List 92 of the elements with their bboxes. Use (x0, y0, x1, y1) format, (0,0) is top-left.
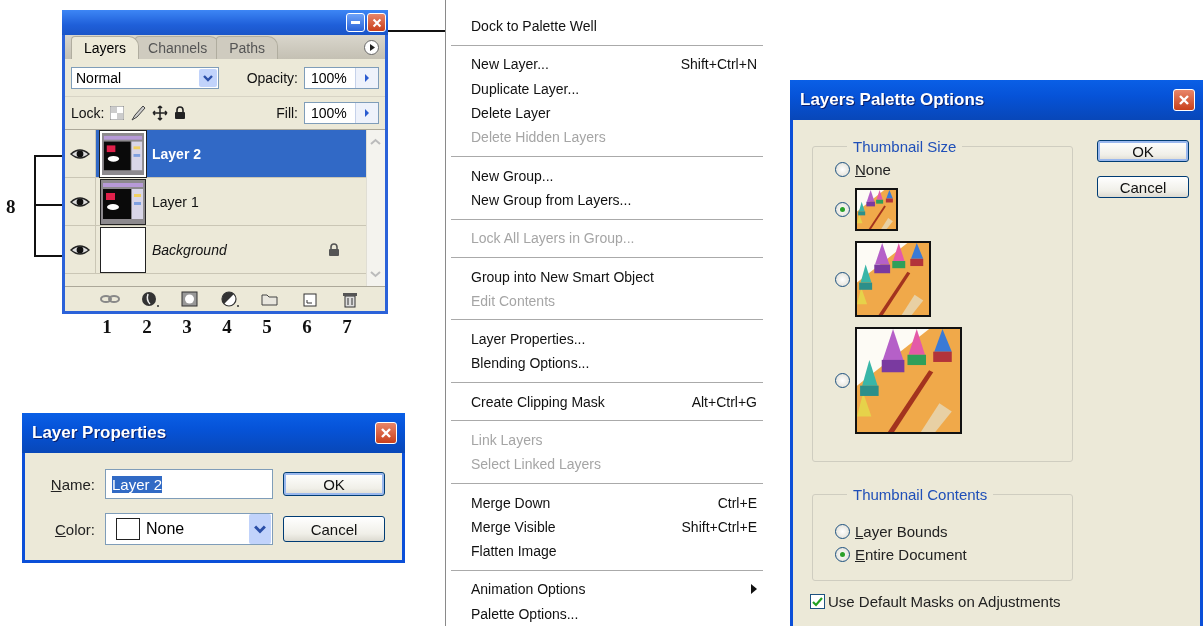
palette-menu-button[interactable] (364, 40, 379, 55)
menu-item[interactable]: Merge Down Ctrl+E (451, 490, 763, 515)
radio-button[interactable] (835, 547, 850, 562)
layer-row[interactable]: Layer 1 (65, 178, 366, 226)
brush-icon[interactable] (130, 105, 147, 121)
layer-row[interactable]: Layer 2 (65, 130, 366, 178)
checkbox-label: Use Default Masks on Adjustments (828, 593, 1061, 610)
triangle-icon (368, 44, 375, 51)
menu-item[interactable]: Blending Options... (451, 351, 763, 376)
shortcut-label: Shift+Ctrl+N (680, 56, 757, 73)
option-label: Entire Document (855, 546, 967, 563)
visibility-cell[interactable] (65, 130, 96, 177)
close-icon (370, 16, 383, 29)
callout-number: 2 (142, 316, 152, 338)
callout-number: 6 (302, 316, 312, 338)
ok-button[interactable]: OK (283, 472, 385, 496)
padlock-icon (328, 242, 340, 257)
color-label: Color: (53, 520, 95, 538)
eye-icon (70, 243, 90, 256)
option-label: Layer Bounds (855, 523, 948, 540)
padlock-icon (174, 106, 187, 120)
close-button[interactable] (367, 13, 386, 32)
menu-item[interactable]: Create Clipping Mask Alt+Ctrl+G (451, 389, 763, 414)
menu-item[interactable]: Layer Properties... (451, 326, 763, 352)
checker-icon[interactable] (110, 106, 125, 120)
fill-label: Fill: (276, 105, 298, 121)
palette-tab[interactable]: Paths (216, 36, 278, 59)
dialog-title: Layers Palette Options (800, 90, 985, 110)
menu-item[interactable]: Flatten Image (451, 539, 763, 564)
fx-circle-icon[interactable] (139, 290, 161, 308)
name-field[interactable]: Layer 2 (105, 469, 273, 499)
group-label: Thumbnail Size (852, 138, 958, 155)
checkbox[interactable] (810, 594, 825, 609)
fill-field[interactable]: 100% (304, 102, 379, 124)
close-icon (379, 426, 393, 440)
close-button[interactable] (375, 422, 397, 444)
menu-item[interactable]: Palette Options... (451, 601, 763, 626)
menu-item[interactable]: Delete Layer (451, 100, 763, 126)
check-icon (812, 596, 823, 607)
minimize-button[interactable] (346, 13, 365, 32)
shortcut-label: Shift+Ctrl+E (681, 518, 757, 535)
menu-item[interactable]: New Layer... Shift+Ctrl+N (451, 52, 763, 77)
dialog-title: Layer Properties (32, 423, 167, 443)
move-icon[interactable] (152, 105, 169, 121)
radio-button[interactable] (835, 373, 850, 388)
callout-number: 3 (182, 316, 192, 338)
mask-icon[interactable] (179, 290, 201, 308)
callout-number: 4 (222, 316, 232, 338)
menu-item[interactable]: Group into New Smart Object (451, 264, 763, 289)
lock-label: Lock: (71, 105, 105, 121)
group-label: Thumbnail Contents (852, 486, 989, 503)
color-swatch (116, 518, 140, 540)
radio-button[interactable] (835, 524, 850, 539)
close-icon (1177, 93, 1191, 107)
radio-button[interactable] (835, 162, 850, 177)
name-label: Name: (49, 475, 95, 493)
cancel-button[interactable]: Cancel (1097, 176, 1189, 198)
cancel-button[interactable]: Cancel (283, 516, 385, 542)
menu-item[interactable]: Duplicate Layer... (451, 76, 763, 101)
palette-tab[interactable]: Layers (71, 36, 140, 59)
close-button[interactable] (1173, 89, 1195, 111)
blend-mode-select[interactable]: Normal (71, 66, 219, 89)
radio-button[interactable] (835, 202, 850, 217)
shortcut-label: Ctrl+E (717, 494, 757, 511)
menu-item[interactable]: Animation Options (451, 577, 763, 602)
menu-item[interactable]: New Group from Layers... (451, 187, 763, 213)
opacity-field[interactable]: 100% (304, 66, 379, 89)
half-circle-icon[interactable] (219, 290, 241, 308)
caret-icon (199, 68, 217, 87)
eye-icon (70, 195, 90, 208)
menu-item[interactable]: New Group... (451, 163, 763, 188)
opacity-label: Opacity: (246, 69, 298, 86)
callout-number: 1 (102, 316, 112, 338)
layer-thumbnail (100, 226, 146, 273)
ok-button[interactable]: OK (1097, 140, 1189, 162)
layer-name: Background (152, 241, 228, 258)
minimize-icon (351, 20, 360, 25)
option-label: None (855, 161, 891, 178)
menu-item[interactable]: Dock to Palette Well (451, 14, 763, 39)
callout-number: 5 (262, 316, 272, 338)
layer-name: Layer 2 (152, 145, 203, 162)
layer-row[interactable]: Background (65, 226, 366, 274)
caret-icon (249, 514, 271, 544)
layer-name: Layer 1 (152, 193, 200, 210)
radio-button[interactable] (835, 271, 850, 287)
callout-number: 8 (6, 196, 16, 218)
callout-number: 7 (342, 316, 352, 338)
eye-icon (70, 147, 90, 160)
leader-line (388, 30, 445, 33)
shortcut-label: Alt+Ctrl+G (691, 393, 757, 410)
menu-item[interactable]: Merge Visible Shift+Ctrl+E (451, 514, 763, 540)
color-select[interactable]: None (105, 513, 273, 545)
